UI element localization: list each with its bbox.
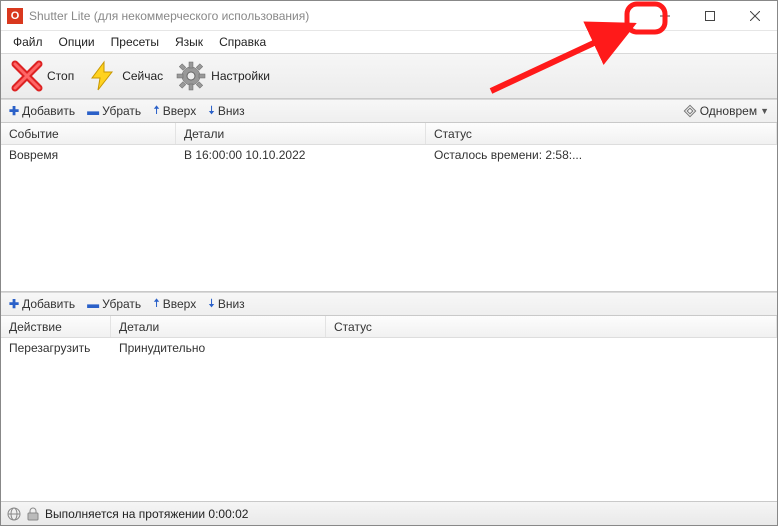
app-icon: O (7, 8, 23, 24)
stop-icon (11, 60, 43, 92)
actions-headers: Действие Детали Статус (1, 316, 777, 338)
diamond-icon (683, 104, 697, 118)
actions-subbar: ✚Добавить ▬Убрать 🠅Вверх 🠇Вниз (1, 292, 777, 316)
events-subbar: ✚Добавить ▬Убрать 🠅Вверх 🠇Вниз Одноврем … (1, 99, 777, 123)
stop-button[interactable]: Стоп (5, 56, 80, 96)
menu-options[interactable]: Опции (51, 33, 103, 51)
maximize-button[interactable] (687, 1, 732, 30)
status-bar: Выполняется на протяжении 0:00:02 (1, 501, 777, 525)
lightning-icon (86, 60, 118, 92)
chevron-down-icon: ▼ (760, 106, 769, 116)
close-icon (750, 11, 760, 21)
events-remove-label: Убрать (102, 104, 141, 118)
close-button[interactable] (732, 1, 777, 30)
actions-header-status[interactable]: Статус (326, 316, 777, 337)
arrow-up-icon: 🠅 (153, 294, 160, 315)
events-add-label: Добавить (22, 104, 75, 118)
actions-remove-label: Убрать (102, 297, 141, 311)
minus-icon: ▬ (87, 297, 99, 311)
arrow-down-icon: 🠇 (208, 294, 215, 315)
events-row[interactable]: Вовремя В 16:00:00 10.10.2022 Осталось в… (1, 145, 777, 165)
events-down-button[interactable]: 🠇Вниз (204, 100, 248, 123)
actions-down-button[interactable]: 🠇Вниз (204, 293, 248, 316)
mode-label: Одноврем (700, 104, 757, 118)
settings-label: Настройки (211, 69, 270, 83)
events-cell-details: В 16:00:00 10.10.2022 (176, 148, 426, 162)
maximize-icon (705, 11, 715, 21)
menu-help[interactable]: Справка (211, 33, 274, 51)
status-text: Выполняется на протяжении 0:00:02 (45, 507, 248, 521)
window-title: Shutter Lite (для некоммерческого исполь… (29, 9, 309, 23)
actions-cell-action: Перезагрузить (1, 341, 111, 355)
menu-file[interactable]: Файл (5, 33, 51, 51)
menu-presets[interactable]: Пресеты (103, 33, 167, 51)
arrow-up-icon: 🠅 (153, 101, 160, 122)
menu-language[interactable]: Язык (167, 33, 211, 51)
events-up-label: Вверх (163, 104, 196, 118)
now-button[interactable]: Сейчас (80, 56, 169, 96)
events-panel: Событие Детали Статус Вовремя В 16:00:00… (1, 123, 777, 291)
actions-header-action[interactable]: Действие (1, 316, 111, 337)
events-headers: Событие Детали Статус (1, 123, 777, 145)
minimize-button[interactable] (642, 1, 687, 30)
now-label: Сейчас (122, 69, 163, 83)
menu-bar: Файл Опции Пресеты Язык Справка (1, 31, 777, 53)
actions-remove-button[interactable]: ▬Убрать (83, 296, 145, 312)
plus-icon: ✚ (9, 297, 19, 311)
events-up-button[interactable]: 🠅Вверх (149, 100, 200, 123)
globe-icon (7, 507, 21, 521)
app-icon-glyph: O (11, 10, 20, 22)
events-add-button[interactable]: ✚Добавить (5, 103, 79, 119)
events-header-details[interactable]: Детали (176, 123, 426, 144)
actions-row[interactable]: Перезагрузить Принудительно (1, 338, 777, 358)
events-header-status[interactable]: Статус (426, 123, 777, 144)
arrow-down-icon: 🠇 (208, 101, 215, 122)
minus-icon: ▬ (87, 104, 99, 118)
events-remove-button[interactable]: ▬Убрать (83, 103, 145, 119)
events-cell-event: Вовремя (1, 148, 176, 162)
stop-label: Стоп (47, 69, 74, 83)
actions-up-button[interactable]: 🠅Вверх (149, 293, 200, 316)
actions-panel: Действие Детали Статус Перезагрузить При… (1, 316, 777, 476)
actions-cell-details: Принудительно (111, 341, 326, 355)
actions-add-label: Добавить (22, 297, 75, 311)
events-down-label: Вниз (218, 104, 245, 118)
mode-dropdown[interactable]: Одноврем ▼ (679, 103, 773, 119)
actions-down-label: Вниз (218, 297, 245, 311)
plus-icon: ✚ (9, 104, 19, 118)
actions-up-label: Вверх (163, 297, 196, 311)
window-controls (642, 1, 777, 30)
gear-icon (175, 60, 207, 92)
actions-add-button[interactable]: ✚Добавить (5, 296, 79, 312)
lock-icon (27, 507, 39, 521)
actions-header-details[interactable]: Детали (111, 316, 326, 337)
settings-button[interactable]: Настройки (169, 56, 276, 96)
events-header-event[interactable]: Событие (1, 123, 176, 144)
main-toolbar: Стоп Сейчас Настройки (1, 53, 777, 99)
events-cell-status: Осталось времени: 2:58:... (426, 148, 777, 162)
title-bar: O Shutter Lite (для некоммерческого испо… (1, 1, 777, 31)
minimize-icon (660, 11, 670, 21)
